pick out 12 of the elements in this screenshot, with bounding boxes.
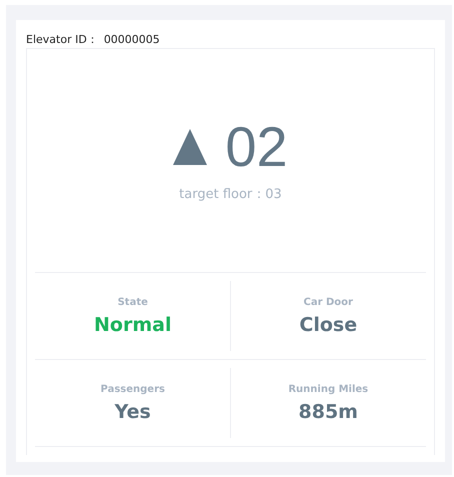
current-floor: 02 (225, 118, 288, 174)
stat-label: Passengers (100, 384, 165, 394)
target-floor: target floor：03 (179, 186, 282, 202)
stat-label: Running Miles (288, 384, 368, 394)
stat-value: Normal (94, 314, 172, 336)
stat-value: Yes (114, 400, 151, 422)
stat-value: 885m (298, 400, 358, 422)
stat-value: Close (299, 314, 358, 336)
id-label: Elevator ID： (26, 32, 98, 46)
stat-label: State (118, 296, 148, 308)
id-value: 00000005 (104, 32, 160, 46)
stat-label: Car Door (304, 296, 353, 308)
